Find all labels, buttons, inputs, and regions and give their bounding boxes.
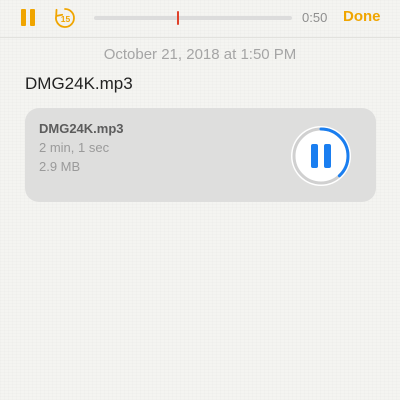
attachment-length: 2 min, 1 sec bbox=[39, 140, 110, 155]
pause-bar-left bbox=[311, 144, 318, 168]
scrubber-track bbox=[94, 16, 292, 20]
toolbar-divider bbox=[0, 37, 400, 38]
elapsed-time: 0:50 bbox=[302, 10, 328, 25]
skip-forward-15-icon[interactable]: 15 bbox=[52, 5, 78, 31]
pause-icon bbox=[21, 9, 26, 26]
playback-scrubber[interactable] bbox=[94, 11, 292, 25]
pause-icon-bar bbox=[30, 9, 35, 26]
done-button[interactable]: Done bbox=[343, 8, 381, 25]
scrubber-playhead[interactable] bbox=[177, 11, 179, 25]
pause-button[interactable] bbox=[18, 8, 38, 28]
playback-toolbar: 15 0:50 Done bbox=[0, 0, 400, 36]
pause-circle-background bbox=[291, 126, 351, 186]
attachment-size: 2.9 MB bbox=[39, 159, 81, 174]
recording-title: DMG24K.mp3 bbox=[25, 74, 133, 93]
skip-seconds-label: 15 bbox=[61, 14, 71, 24]
recording-date: October 21, 2018 at 1:50 PM bbox=[103, 46, 297, 63]
pause-bar-right bbox=[324, 144, 331, 168]
attachment-filename: DMG24K.mp3 bbox=[39, 121, 124, 136]
pause-circle-icon[interactable] bbox=[288, 123, 354, 189]
audio-attachment-card[interactable]: DMG24K.mp3 2 min, 1 sec 2.9 MB bbox=[25, 108, 376, 202]
